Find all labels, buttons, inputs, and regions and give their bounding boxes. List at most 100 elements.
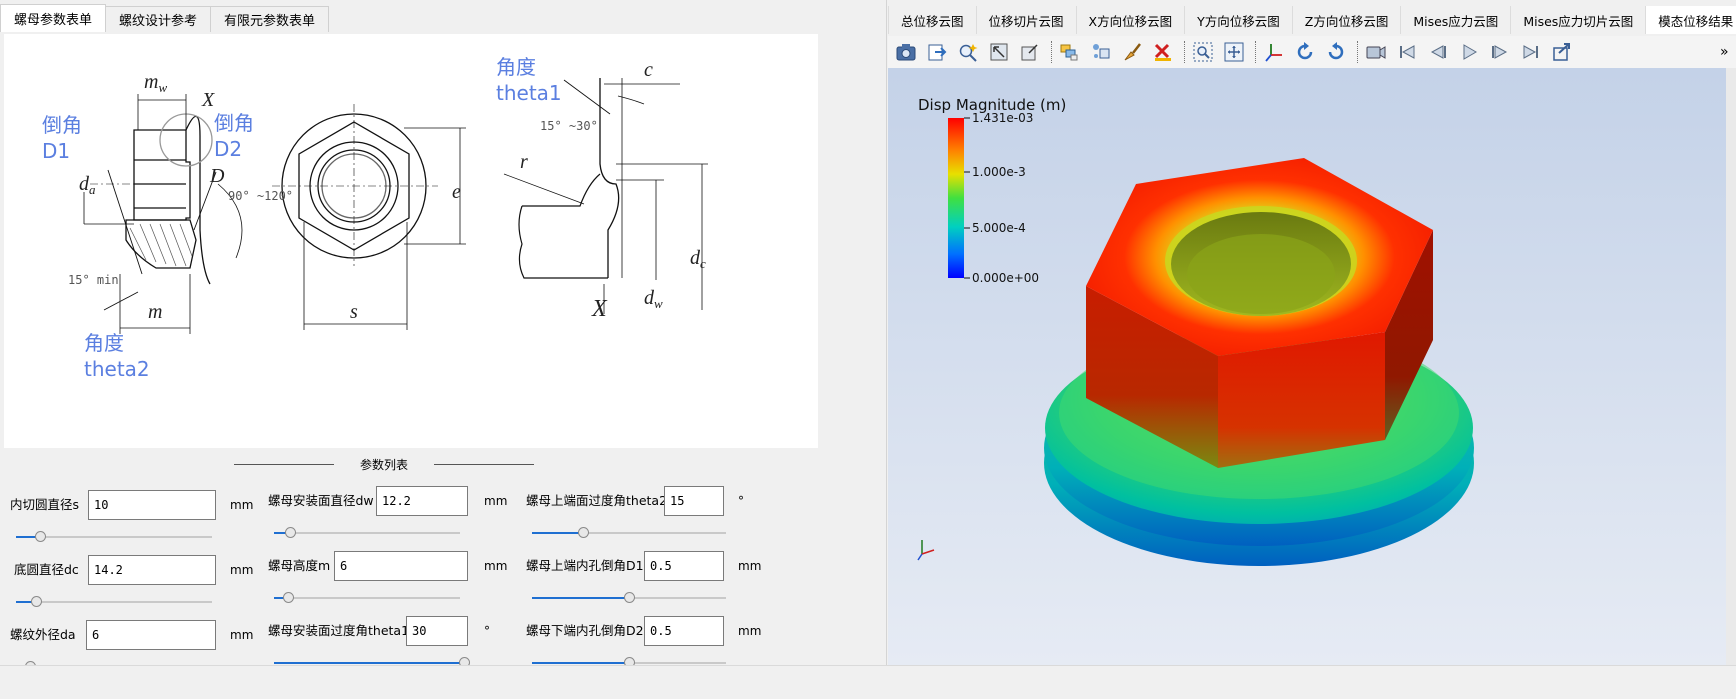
tab-mises[interactable]: Mises应力云图 [1400, 6, 1510, 34]
param-dc-input[interactable]: 14.2 [88, 555, 216, 585]
tab-modal-disp[interactable]: 模态位移结果 [1645, 6, 1736, 34]
param-D1-unit: mm [738, 559, 762, 573]
label-angle-15-30: 15° ~30° [540, 119, 598, 133]
nut-drawing-svg: mw X da D m s e c r dc dw X 90° ~120° 15… [42, 55, 708, 381]
left-panel: 螺母参数表单 螺纹设计参考 有限元参数表单 mw X da D m s e c … [0, 0, 890, 672]
record-icon[interactable] [1362, 38, 1390, 66]
zoom-magic-icon[interactable] [954, 38, 982, 66]
colorbar-tick-min: 0.000e+00 [972, 271, 1039, 285]
params-group-title: 参数列表 [234, 456, 534, 473]
param-s-input[interactable]: 10 [88, 490, 216, 520]
param-s-slider[interactable] [16, 531, 212, 542]
last-frame-icon[interactable] [1517, 38, 1545, 66]
param-s-label: 内切圆直径s [10, 497, 80, 512]
label-D: D [209, 165, 225, 187]
prev-frame-icon[interactable] [1424, 38, 1452, 66]
tab-thread-design[interactable]: 螺纹设计参考 [105, 6, 212, 32]
label-dw: dw [644, 287, 663, 311]
params-pane: 参数列表 内切圆直径s 10 mm 底圆直径dc 14.2 mm 螺纹外径da … [4, 452, 884, 672]
param-theta2-label: 螺母上端面过度角theta2 [526, 493, 668, 508]
select-region-icon[interactable] [985, 38, 1013, 66]
label-m: m [148, 301, 162, 323]
param-m-input[interactable]: 6 [334, 551, 468, 581]
param-dw: 螺母安装面直径dw 12.2 mm [268, 486, 518, 546]
param-dc-label: 底圆直径dc [14, 562, 79, 577]
param-m-slider-thumb[interactable] [283, 592, 294, 603]
param-theta1-unit: ° [484, 624, 490, 638]
param-m-label: 螺母高度m [268, 558, 331, 573]
param-theta1-input[interactable]: 30 [406, 616, 468, 646]
side-view-body [133, 129, 191, 221]
param-dw-input[interactable]: 12.2 [376, 486, 468, 516]
axes-icon[interactable] [1260, 38, 1288, 66]
render-viewport[interactable]: Disp Magnitude (m) 1.431e-03 1.000e-3 5.… [888, 68, 1726, 665]
select-cell-icon[interactable] [1016, 38, 1044, 66]
param-D1-slider-thumb[interactable] [624, 592, 635, 603]
label-s: s [350, 301, 358, 323]
nut-drawing: mw X da D m s e c r dc dw X 90° ~120° 15… [4, 34, 818, 448]
panel-splitter[interactable] [886, 0, 887, 665]
param-m-unit: mm [484, 559, 508, 573]
tab-x-disp[interactable]: X方向位移云图 [1075, 6, 1185, 34]
rotate-icon[interactable] [1291, 38, 1319, 66]
tab-y-disp[interactable]: Y方向位移云图 [1184, 6, 1292, 34]
points-icon[interactable] [1087, 38, 1115, 66]
label-theta1-l2: theta1 [496, 81, 562, 105]
param-D1-input[interactable]: 0.5 [644, 551, 724, 581]
param-da-input[interactable]: 6 [86, 620, 216, 650]
viewport-scrollbar[interactable] [1726, 68, 1736, 665]
param-theta2-slider-thumb[interactable] [578, 527, 589, 538]
colorbar-tick-5e-4: 5.000e-4 [972, 221, 1026, 235]
param-D1-slider[interactable] [532, 592, 726, 603]
param-dw-slider[interactable] [274, 527, 460, 538]
param-D2-input[interactable]: 0.5 [644, 616, 724, 646]
export-icon[interactable] [923, 38, 951, 66]
colorbar-tick-1e-3: 1.000e-3 [972, 165, 1026, 179]
param-theta2-slider[interactable] [532, 527, 726, 538]
tab-disp-slice[interactable]: 位移切片云图 [975, 6, 1076, 34]
param-da-unit: mm [230, 628, 254, 642]
param-dw-unit: mm [484, 494, 508, 508]
label-r: r [520, 151, 528, 173]
reset-rotate-icon[interactable] [1322, 38, 1350, 66]
param-m-slider[interactable] [274, 592, 460, 603]
param-dc-slider-thumb[interactable] [31, 596, 42, 607]
param-theta1-label: 螺母安装面过度角theta1 [268, 623, 410, 638]
render-svg: Disp Magnitude (m) 1.431e-03 1.000e-3 5.… [888, 68, 1726, 665]
param-da-label: 螺纹外径da [10, 627, 76, 642]
detail-profile [599, 78, 620, 278]
tab-z-disp[interactable]: Z方向位移云图 [1291, 6, 1401, 34]
colorbar-tick-max: 1.431e-03 [972, 111, 1033, 125]
param-dw-slider-thumb[interactable] [285, 527, 296, 538]
param-dc: 底圆直径dc 14.2 mm [10, 555, 254, 615]
brush-icon[interactable] [1118, 38, 1146, 66]
param-D2-unit: mm [738, 624, 762, 638]
param-theta2-unit: ° [738, 494, 744, 508]
label-theta2-l2: theta2 [84, 357, 150, 381]
param-dc-unit: mm [230, 563, 254, 577]
label-theta1-l1: 角度 [496, 55, 536, 79]
param-D1: 螺母上端内孔倒角D1 0.5 mm [526, 551, 776, 611]
param-m: 螺母高度m 6 mm [268, 551, 518, 611]
tab-total-disp[interactable]: 总位移云图 [888, 6, 976, 34]
tab-mises-slice[interactable]: Mises应力切片云图 [1510, 6, 1645, 34]
color-layers-icon[interactable] [1056, 38, 1084, 66]
label-dc: dc [690, 247, 706, 271]
loop-icon[interactable] [1548, 38, 1576, 66]
param-dc-slider[interactable] [16, 596, 212, 607]
tab-fem-params[interactable]: 有限元参数表单 [210, 6, 330, 32]
label-x: X [201, 89, 215, 111]
label-angle-90-120: 90° ~120° [228, 189, 293, 203]
zoom-fit-icon[interactable] [1220, 38, 1248, 66]
camera-icon[interactable] [892, 38, 920, 66]
toolbar-overflow-button[interactable]: » [1720, 44, 1736, 60]
param-D2-label: 螺母下端内孔倒角D2 [526, 623, 644, 638]
param-theta2-input[interactable]: 15 [664, 486, 724, 516]
play-icon[interactable] [1455, 38, 1483, 66]
param-s-slider-thumb[interactable] [35, 531, 46, 542]
zoom-box-icon[interactable] [1189, 38, 1217, 66]
first-frame-icon[interactable] [1393, 38, 1421, 66]
tab-nut-params[interactable]: 螺母参数表单 [0, 4, 107, 32]
clear-selection-icon[interactable] [1149, 38, 1177, 66]
next-frame-icon[interactable] [1486, 38, 1514, 66]
